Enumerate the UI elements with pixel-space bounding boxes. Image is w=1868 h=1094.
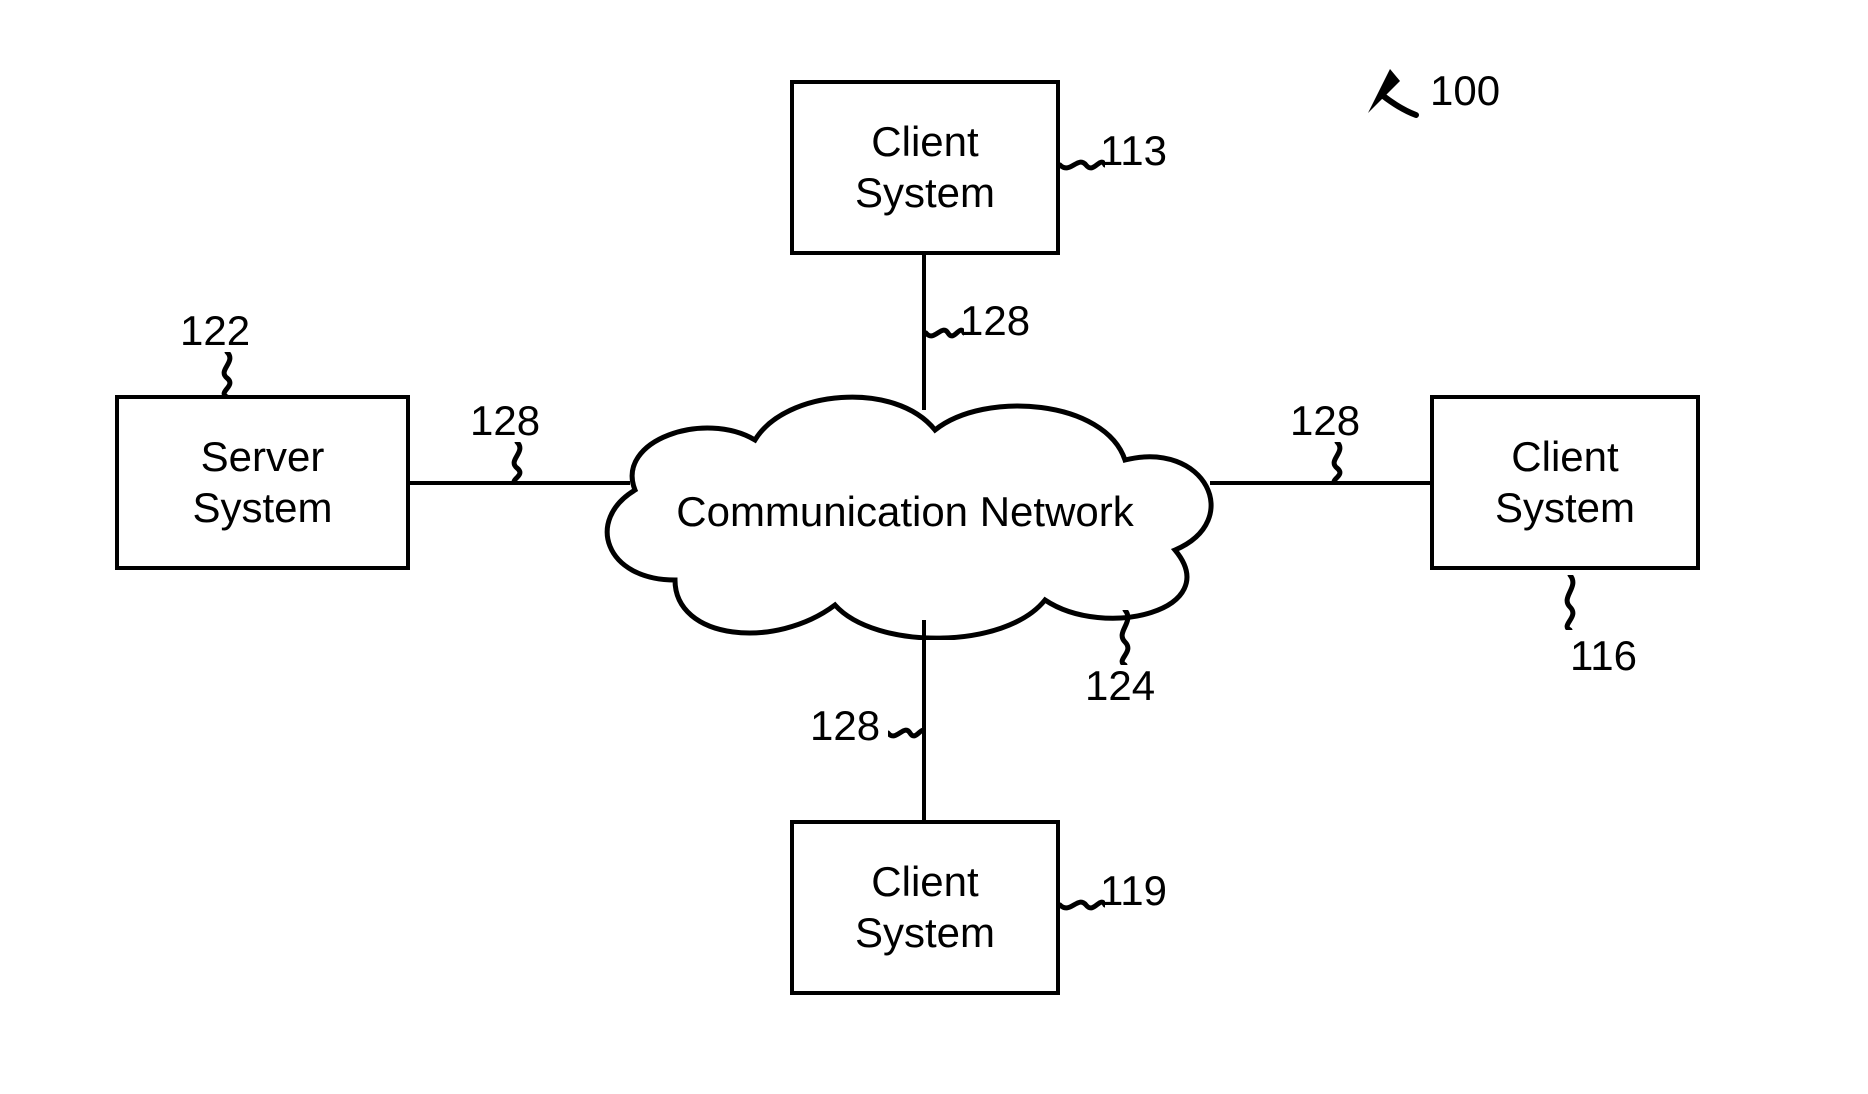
link-bottom-ref: 128 [810,705,880,747]
client-top-box: ClientSystem [790,80,1060,255]
server-system-label: ServerSystem [192,432,332,533]
diagram-canvas: 100 ServerSystem 122 ClientSystem 113 Cl… [0,0,1868,1094]
network-ref-label: 124 [1085,665,1155,707]
link-right [1210,481,1430,485]
client-bottom-label: ClientSystem [855,857,995,958]
squiggle-icon [1060,890,1105,920]
client-right-ref-label: 116 [1570,635,1637,677]
network-label: Communication Network [565,488,1245,536]
client-bottom-ref-label: 119 [1100,870,1167,912]
server-ref-label: 122 [180,310,250,352]
link-right-ref: 128 [1290,400,1360,442]
server-system-box: ServerSystem [115,395,410,570]
squiggle-icon [1060,150,1105,180]
link-top-ref: 128 [960,300,1030,342]
client-top-ref-label: 113 [1100,130,1167,172]
squiggle-icon [1322,442,1352,484]
client-right-label: ClientSystem [1495,432,1635,533]
link-left-ref: 128 [470,400,540,442]
network-cloud: Communication Network [565,380,1245,640]
squiggle-icon [888,720,926,746]
squiggle-icon [1110,610,1140,665]
client-right-box: ClientSystem [1430,395,1700,570]
client-bottom-box: ClientSystem [790,820,1060,995]
squiggle-icon [1555,575,1585,630]
figure-ref-arrow-icon [1360,65,1420,125]
client-top-label: ClientSystem [855,117,995,218]
figure-ref-label: 100 [1430,70,1500,112]
squiggle-icon [212,352,242,397]
squiggle-icon [926,320,964,346]
squiggle-icon [502,442,532,484]
